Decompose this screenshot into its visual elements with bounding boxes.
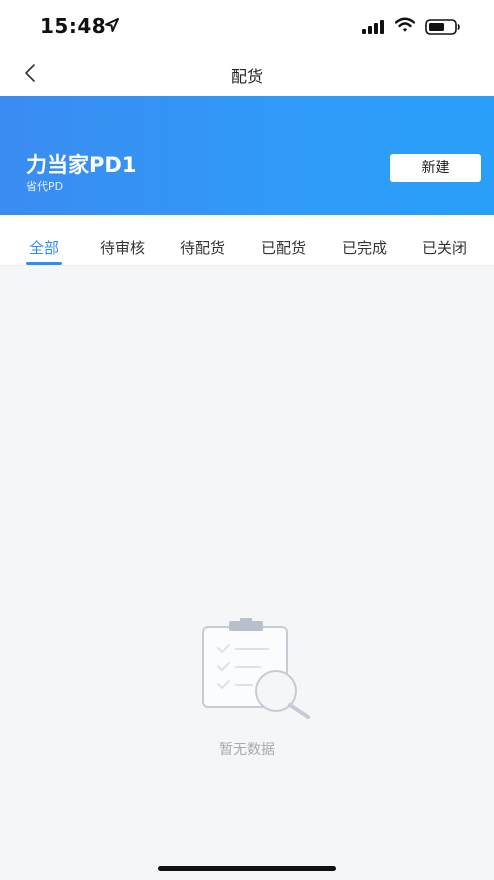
wifi-icon — [395, 17, 415, 32]
status-time: 15:48 — [40, 14, 107, 38]
nav-bar: 配货 — [0, 52, 494, 96]
tab-pending-allocation[interactable]: 待配货 — [180, 237, 225, 258]
tab-all[interactable]: 全部 — [29, 237, 59, 258]
shop-name: 力当家PD1 — [26, 153, 137, 177]
location-arrow-icon — [105, 18, 119, 32]
cellular-signal-icon — [362, 20, 384, 34]
tab-allocated[interactable]: 已配货 — [261, 237, 306, 258]
status-tabs: 全部 待审核 待配货 已配货 已完成 已关闭 — [0, 215, 494, 266]
tab-completed[interactable]: 已完成 — [342, 237, 387, 258]
active-tab-indicator — [26, 262, 62, 265]
page-title: 配货 — [230, 67, 263, 86]
new-button[interactable]: 新建 — [390, 154, 481, 182]
shop-banner: 力当家PD1 省代PD 新建 — [0, 96, 494, 215]
tab-closed[interactable]: 已关闭 — [422, 237, 467, 258]
shop-type: 省代PD — [26, 180, 64, 193]
status-bar: 15:48 — [0, 0, 494, 52]
home-indicator — [158, 866, 336, 871]
clipboard-search-icon — [202, 618, 310, 719]
tab-pending-review[interactable]: 待审核 — [100, 237, 145, 258]
battery-icon — [425, 19, 460, 35]
empty-state-text: 暂无数据 — [219, 742, 275, 758]
